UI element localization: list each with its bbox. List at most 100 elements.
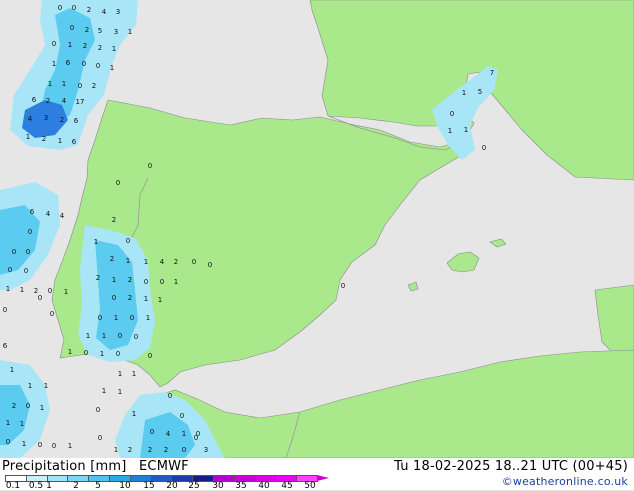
precip-value-label: 0 [96, 406, 100, 414]
legend-title: Precipitation [mm] [2, 459, 127, 474]
precip-value-label: 1 [94, 238, 98, 246]
precip-value-label: 1 [132, 410, 136, 418]
precip-value-label: 0 [98, 314, 102, 322]
precip-value-label: 4 [46, 210, 51, 218]
precip-value-label: 0 [180, 412, 184, 420]
precip-value-label: 1 [174, 278, 178, 286]
precip-value-label: 0 [450, 110, 454, 118]
precip-value-label: 4 [166, 430, 171, 438]
precip-value-label: 0 [72, 4, 76, 12]
precip-value-label: 6 [72, 138, 77, 146]
precip-value-label: 1 [110, 64, 114, 72]
precip-value-label: 1 [448, 127, 452, 135]
precip-value-label: 0 [26, 248, 30, 256]
precip-value-label: 0 [52, 442, 56, 450]
precip-value-label: 0 [52, 40, 56, 48]
precip-value-label: 0 [28, 228, 32, 236]
precip-value-label: 2 [87, 6, 91, 14]
precip-value-label: 0 [8, 266, 12, 274]
precip-value-label: 0 [116, 179, 120, 187]
precip-value-label: 3 [114, 28, 118, 36]
precip-value-label: 3 [204, 446, 208, 454]
precip-value-label: 1 [6, 419, 10, 427]
precip-value-label: 1 [144, 295, 148, 303]
map-footer: Precipitation [mm] ECMWF Tu 18-02-2025 1… [0, 458, 634, 491]
precip-value-label: 1 [62, 80, 66, 88]
precip-value-label: 0 [144, 278, 148, 286]
precip-value-label: 2 [85, 26, 89, 34]
precip-value-label: 0 [182, 446, 186, 454]
precip-value-label: 2 [128, 446, 132, 454]
precip-value-label: 1 [102, 387, 106, 395]
precip-value-label: 0 [112, 294, 116, 302]
precip-value-label: 4 [28, 115, 33, 123]
precip-value-label: 0 [482, 144, 486, 152]
precip-value-label: 2 [148, 446, 152, 454]
precip-value-label: 0 [134, 333, 138, 341]
precip-value-label: 0 [150, 428, 154, 436]
precip-value-label: 1 [158, 296, 162, 304]
precip-value-label: 1 [28, 382, 32, 390]
precip-value-label: 0 [58, 4, 62, 12]
model-name: ECMWF [139, 459, 189, 474]
precip-value-label: 1 [64, 288, 68, 296]
precipitation-map: 0 0 2 4 30 2 5 3 10 1 2 2 11 6 0 0 11 1 0 26 2 4 174 3 2 61 2 1 66 4 4… [0, 0, 634, 458]
precip-value-label: 0 [116, 350, 120, 358]
precip-value-label: 0 [26, 402, 30, 410]
precip-value-label: 1 [20, 286, 24, 294]
precip-value-label: 0 [70, 24, 74, 32]
precip-value-label: 0 [82, 60, 86, 68]
precip-value-label: 0 [78, 82, 82, 90]
valid-time: Tu 18-02-2025 18..21 UTC (00+45) [394, 459, 628, 474]
precip-value-label: 0 [38, 441, 42, 449]
precip-value-label: 2 [174, 258, 178, 266]
precip-value-label: 1 [182, 430, 186, 438]
precip-value-label: 1 [6, 285, 10, 293]
precip-value-label: 0 [118, 332, 122, 340]
precip-value-label: 1 [464, 126, 468, 134]
precip-value-label: 5 [478, 88, 482, 96]
precip-value-label: 0 [38, 294, 42, 302]
precip-value-label: 2 [128, 294, 132, 302]
precip-value-label: 2 [98, 44, 102, 52]
precip-value-label: 2 [112, 216, 116, 224]
precip-value-label: 6 [66, 59, 71, 67]
precip-value-label: 0 [168, 392, 172, 400]
precip-value-label: 4 [160, 258, 165, 266]
precip-value-label: 1 [128, 28, 132, 36]
precip-value-label: 2 [60, 116, 64, 124]
precip-value-label: 0 [148, 162, 152, 170]
precip-value-label: 0 [194, 434, 198, 442]
precip-value-label: 2 [83, 42, 87, 50]
precip-value-label: 0 [3, 306, 7, 314]
precip-value-label: 4 [102, 8, 107, 16]
precip-value-label: 2 [128, 276, 132, 284]
precip-value-label: 1 [20, 420, 24, 428]
precip-value-label: 3 [44, 114, 48, 122]
precip-value-label: 4 [62, 97, 67, 105]
precip-value-label: 1 [26, 133, 30, 141]
precip-value-label: 0 [84, 349, 88, 357]
precip-value-label: 1 [68, 442, 72, 450]
precip-value-label: 1 [22, 440, 26, 448]
precip-value-label: 1 [52, 60, 56, 68]
precip-value-label: 2 [110, 255, 114, 263]
precip-value-label: 4 [60, 212, 65, 220]
precip-value-label: 1 [102, 332, 106, 340]
precip-value-label: 6 [32, 96, 37, 104]
precip-value-label: 1 [112, 45, 116, 53]
site-credit: ©weatheronline.co.uk [501, 475, 628, 488]
precip-value-label: 0 [192, 258, 196, 266]
precip-value-label: 6 [30, 208, 35, 216]
precip-value-label: 1 [146, 314, 150, 322]
precip-value-label: 0 [96, 62, 100, 70]
precip-value-label: 2 [92, 82, 96, 90]
precip-value-label: 0 [24, 267, 28, 275]
precip-value-label: 1 [462, 89, 466, 97]
precip-value-label: 2 [164, 446, 168, 454]
precip-value-label: 2 [42, 135, 46, 143]
precip-value-label: 1 [144, 258, 148, 266]
precip-value-label: 0 [12, 248, 16, 256]
precip-value-label: 1 [48, 80, 52, 88]
precip-value-label: 1 [58, 137, 62, 145]
